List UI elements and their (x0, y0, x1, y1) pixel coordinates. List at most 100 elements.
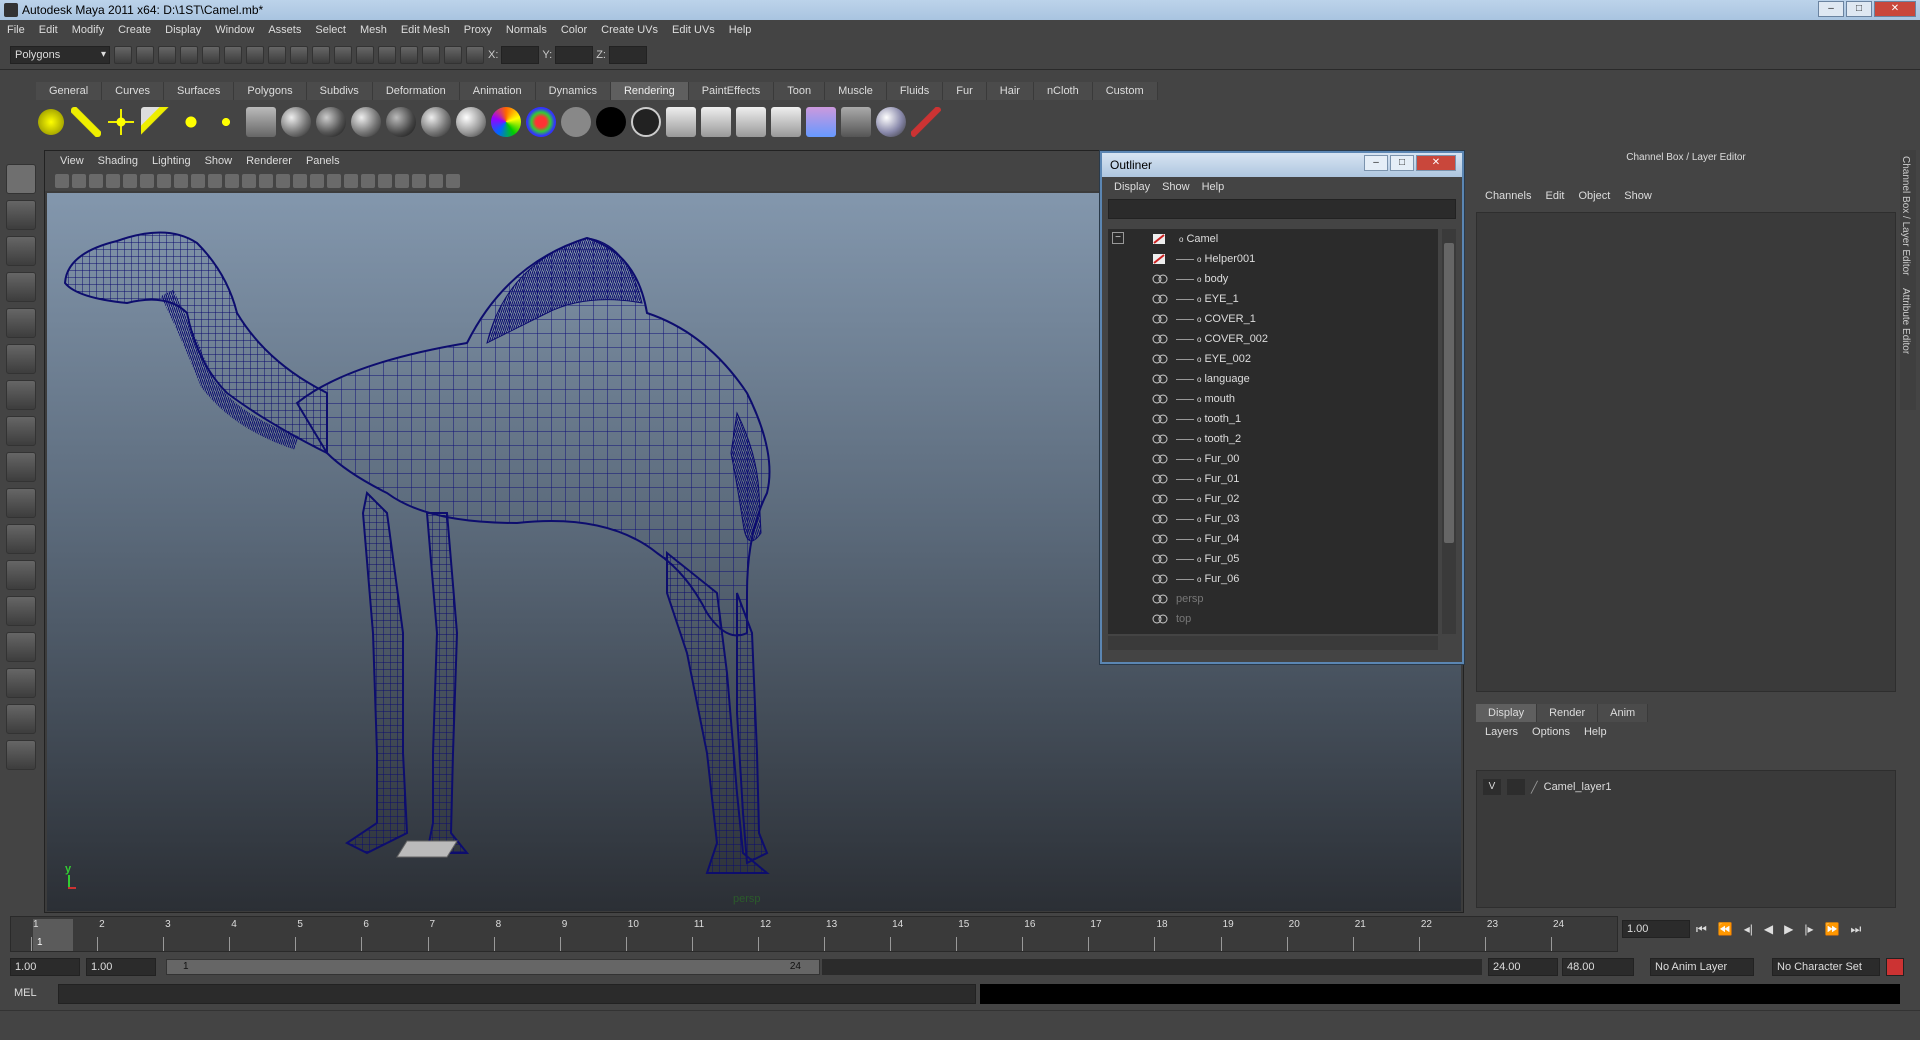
channel-menu-show[interactable]: Show (1617, 190, 1659, 202)
character-set-dropdown[interactable]: No Character Set (1772, 958, 1880, 976)
shelf-tab-toon[interactable]: Toon (774, 82, 826, 100)
outliner-item[interactable]: o Fur_03 (1108, 509, 1438, 529)
auto-key-icon[interactable] (1886, 958, 1904, 976)
menu-proxy[interactable]: Proxy (457, 24, 499, 36)
range-slider[interactable]: 1 24 (166, 959, 820, 975)
material-sphere-icon[interactable] (876, 107, 906, 137)
shelf-tab-painteffects[interactable]: PaintEffects (688, 82, 775, 100)
select-camera-icon[interactable] (55, 174, 69, 188)
menu-modify[interactable]: Modify (65, 24, 111, 36)
select-hierarchy-icon[interactable] (180, 45, 198, 64)
smooth-shade-icon[interactable] (293, 174, 307, 188)
outliner-item[interactable]: o Fur_00 (1108, 449, 1438, 469)
channel-menu-object[interactable]: Object (1571, 190, 1617, 202)
grease-pencil-icon[interactable] (140, 174, 154, 188)
area-light-icon[interactable] (176, 107, 206, 137)
outliner-item[interactable]: persp (1108, 589, 1438, 609)
shelf-tab-dynamics[interactable]: Dynamics (535, 82, 611, 100)
select-object-icon[interactable] (202, 45, 220, 64)
snap-grid-icon[interactable] (246, 45, 264, 64)
menu-assets[interactable]: Assets (261, 24, 308, 36)
end-time-field[interactable]: 24.00 (1488, 958, 1558, 976)
outliner-item[interactable]: o EYE_002 (1108, 349, 1438, 369)
command-input[interactable] (58, 984, 976, 1004)
current-time-field[interactable]: 1.00 (1622, 920, 1690, 938)
camera-attributes-icon[interactable] (72, 174, 86, 188)
minimize-button[interactable]: – (1818, 1, 1844, 17)
menu-file[interactable]: File (0, 24, 32, 36)
outliner-titlebar[interactable]: Outliner – □ ✕ (1102, 153, 1462, 177)
ipr-render-icon[interactable] (400, 45, 418, 64)
play-backwards-icon[interactable]: ◀ (1764, 922, 1773, 937)
flat-shade-icon[interactable] (310, 174, 324, 188)
go-to-end-icon[interactable]: ⏭ (1850, 922, 1861, 937)
film-gate-icon[interactable] (174, 174, 188, 188)
use-all-lights-icon[interactable] (344, 174, 358, 188)
ramp-shader-icon[interactable] (491, 107, 521, 137)
input-output-icon[interactable] (466, 45, 484, 64)
mental-ray-shader-icon[interactable] (631, 107, 661, 137)
snap-point-icon[interactable] (290, 45, 308, 64)
layer-display-type-toggle[interactable] (1507, 779, 1525, 795)
safe-title-icon[interactable] (259, 174, 273, 188)
outliner-item[interactable]: o COVER_002 (1108, 329, 1438, 349)
layer-menu-help[interactable]: Help (1577, 726, 1614, 738)
resolution-gate-icon[interactable] (191, 174, 205, 188)
command-language-label[interactable]: MEL (14, 987, 37, 999)
four-view-layout-icon[interactable] (6, 560, 36, 590)
persp-outliner-layout-icon[interactable] (6, 596, 36, 626)
outliner-list[interactable]: o Camel − o Helper001 o body o EYE_1 o COVER_… (1108, 229, 1438, 634)
ipr-icon[interactable] (736, 107, 766, 137)
channel-menu-edit[interactable]: Edit (1538, 190, 1571, 202)
safe-action-icon[interactable] (242, 174, 256, 188)
outliner-item[interactable]: o body (1108, 269, 1438, 289)
menu-window[interactable]: Window (208, 24, 261, 36)
play-forwards-icon[interactable]: ▶ (1784, 922, 1793, 937)
x-field[interactable] (501, 45, 540, 64)
outliner-item[interactable]: o Fur_04 (1108, 529, 1438, 549)
layer-tab-anim[interactable]: Anim (1598, 704, 1649, 722)
snap-curve-icon[interactable] (268, 45, 286, 64)
render-icon[interactable] (701, 107, 731, 137)
outliner-menu-display[interactable]: Display (1108, 181, 1156, 193)
outliner-maximize-button[interactable]: □ (1390, 155, 1414, 171)
phonge-sphere-icon[interactable] (386, 107, 416, 137)
layer-tab-render[interactable]: Render (1537, 704, 1599, 722)
single-perspective-layout-icon[interactable] (6, 524, 36, 554)
outliner-item[interactable]: o Helper001 (1108, 249, 1438, 269)
point-light-icon[interactable] (106, 107, 136, 137)
rotate-tool-icon[interactable] (6, 308, 36, 338)
shelf-tab-ncloth[interactable]: nCloth (1033, 82, 1093, 100)
step-back-key-icon[interactable]: ⏪ (1718, 922, 1733, 937)
channel-box-area[interactable] (1476, 212, 1896, 692)
side-tab-attribute-editor[interactable]: Attribute Editor (1900, 282, 1911, 360)
layered-shader-icon[interactable] (456, 107, 486, 137)
layer-tab-display[interactable]: Display (1476, 704, 1538, 722)
render-view-icon[interactable] (666, 107, 696, 137)
layer-row[interactable]: V ╱ Camel_layer1 (1477, 777, 1895, 797)
anim-layer-dropdown[interactable]: No Anim Layer (1650, 958, 1754, 976)
textured-icon[interactable] (327, 174, 341, 188)
field-chart-icon[interactable] (225, 174, 239, 188)
layer-color-swatch-icon[interactable]: ╱ (1531, 781, 1538, 794)
shelf-tab-fluids[interactable]: Fluids (886, 82, 944, 100)
shelf-tab-animation[interactable]: Animation (459, 82, 536, 100)
save-scene-icon[interactable] (158, 45, 176, 64)
outliner-window[interactable]: Outliner – □ ✕ Display Show Help o Camel − o… (1100, 151, 1464, 664)
y-field[interactable] (555, 45, 594, 64)
layer-list[interactable]: V ╱ Camel_layer1 (1476, 770, 1896, 908)
outliner-item[interactable]: o language (1108, 369, 1438, 389)
outliner-item[interactable]: o Fur_01 (1108, 469, 1438, 489)
use-background-icon[interactable] (596, 107, 626, 137)
outliner-item[interactable]: o Fur_05 (1108, 549, 1438, 569)
menu-edit[interactable]: Edit (32, 24, 65, 36)
step-forward-key-icon[interactable]: ⏩ (1825, 922, 1840, 937)
shelf-tab-hair[interactable]: Hair (986, 82, 1034, 100)
outliner-vertical-scrollbar[interactable] (1442, 229, 1456, 634)
menu-create-uvs[interactable]: Create UVs (594, 24, 665, 36)
layer-name[interactable]: Camel_layer1 (1544, 781, 1612, 793)
maximize-button[interactable]: □ (1846, 1, 1872, 17)
outliner-item[interactable]: o tooth_1 (1108, 409, 1438, 429)
shelf-tab-rendering[interactable]: Rendering (610, 82, 689, 100)
outliner-item[interactable]: top (1108, 609, 1438, 629)
